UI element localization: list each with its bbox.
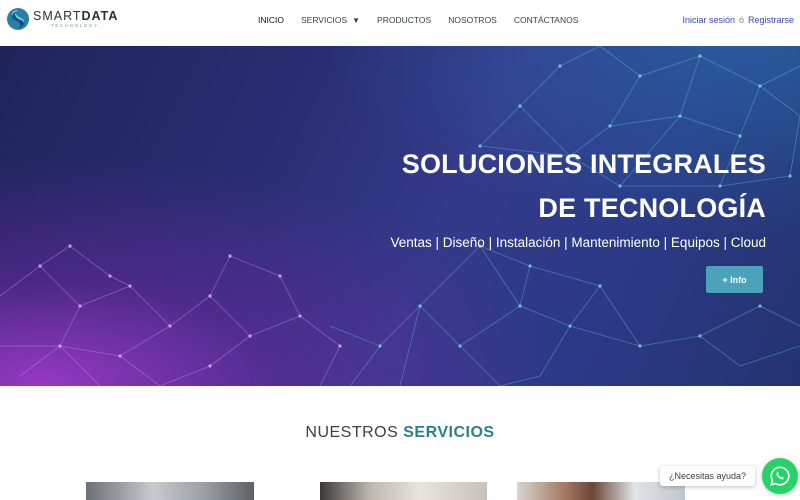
nav-item-contactanos[interactable]: CONTÁCTANOS [514,15,579,25]
register-link[interactable]: Registrarse [748,15,794,25]
page: SMARTDATA TECHNOLOGY INICIO SERVICIOS ▼ P… [0,0,800,500]
hero-subtitle: Ventas | Diseño | Instalación | Mantenim… [390,235,767,250]
hero-banner: SOLUCIONES INTEGRALES DE TECNOLOGÍA Vent… [0,46,800,386]
nav-item-nosotros[interactable]: NOSOTROS [448,15,497,25]
services-heading: NUESTROS SERVICIOS [0,424,800,442]
service-card-image[interactable] [320,482,487,500]
whatsapp-button[interactable] [762,458,798,494]
whatsapp-icon [770,466,790,486]
services-heading-accent: SERVICIOS [403,424,495,441]
nav-item-servicios[interactable]: SERVICIOS ▼ [301,15,360,25]
login-link[interactable]: Iniciar sesión [682,15,735,25]
hero-title-line1: SOLUCIONES INTEGRALES [401,149,766,179]
auth-links: Iniciar sesión ó Registrarse [682,0,794,40]
logo-text: SMARTDATA TECHNOLOGY [33,8,119,29]
help-chat-bubble[interactable]: ¿Necesitas ayuda? [659,466,755,486]
hero-title: SOLUCIONES INTEGRALES DE TECNOLOGÍA [402,142,766,230]
nav-item-inicio[interactable]: INICIO [258,15,284,25]
logo[interactable]: SMARTDATA TECHNOLOGY [6,7,118,31]
nav-item-productos[interactable]: PRODUCTOS [377,15,431,25]
more-info-button[interactable]: + Info [706,266,763,293]
logo-tagline: TECHNOLOGY [51,23,99,28]
logo-wordmark: SMARTDATA [33,8,119,23]
services-heading-prefix: NUESTROS [305,424,399,441]
main-nav: INICIO SERVICIOS ▼ PRODUCTOS NOSOTROS CON… [258,0,595,40]
hero-title-line2: DE TECNOLOGÍA [538,193,766,223]
swirl-logo-icon [7,8,29,30]
chevron-down-icon: ▼ [352,15,361,25]
service-card-image[interactable] [86,482,254,500]
auth-separator: ó [738,15,744,25]
site-header: SMARTDATA TECHNOLOGY INICIO SERVICIOS ▼ P… [0,0,800,46]
